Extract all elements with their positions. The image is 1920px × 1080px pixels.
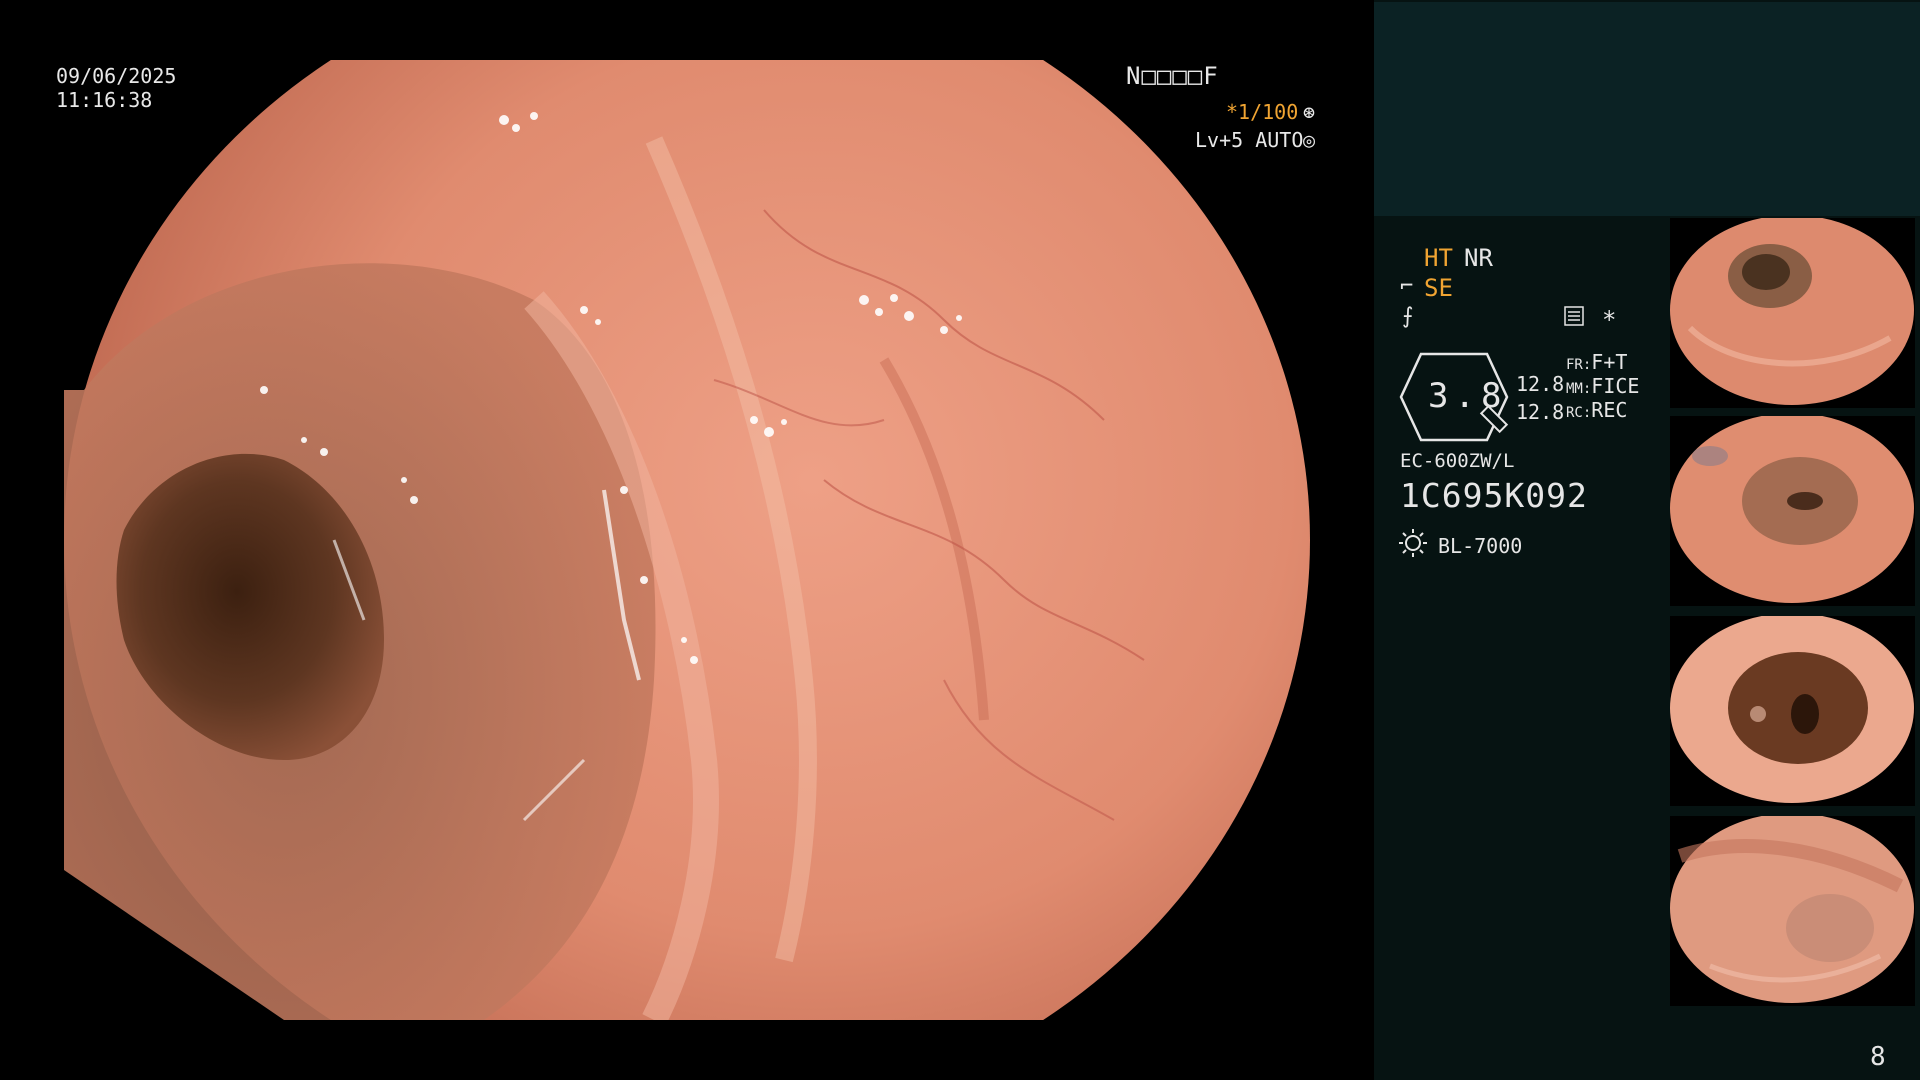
nr-indicator: NR xyxy=(1464,244,1493,272)
endoscope-image xyxy=(64,60,1310,1020)
menu-icon xyxy=(1564,306,1584,326)
thumbnail-image xyxy=(1670,218,1915,408)
freeze-icon: ⨍ xyxy=(1402,304,1414,329)
fr-label: FR: xyxy=(1566,357,1592,373)
rc-value: REC xyxy=(1591,398,1628,422)
captured-thumbnail[interactable] xyxy=(1670,218,1915,408)
aperture-icon: ⊛ xyxy=(1303,100,1316,124)
light-source-icon xyxy=(1399,529,1427,557)
brightness-level: Lv+5 AUTO xyxy=(1195,128,1304,152)
record-code: N□□□□F xyxy=(1126,62,1219,90)
mm-value: FICE xyxy=(1591,374,1640,398)
fr-value: F+T xyxy=(1591,350,1628,374)
rc-label: RC: xyxy=(1566,405,1592,421)
se-indicator: SE xyxy=(1424,274,1453,302)
mm-label: MM: xyxy=(1566,381,1592,397)
mm-row: MM:FICE xyxy=(1566,374,1639,398)
info-panel: HT NR ⌐ SE ⨍ * 3.8 12.8 12.8 FR:F+T MM:F… xyxy=(1374,0,1920,1080)
time-text: 11:16:38 xyxy=(56,88,153,112)
ht-indicator: HT xyxy=(1424,244,1453,272)
thumbnail-image xyxy=(1670,616,1915,806)
zoom-value: 3.8 xyxy=(1428,376,1508,416)
page-number: 8 xyxy=(1870,1042,1886,1072)
light-source-label: BL-7000 xyxy=(1438,534,1523,558)
fr-row: FR:F+T xyxy=(1566,350,1627,374)
endoscopy-screen: 09/06/2025 11:16:38 N□□□□F *1/100 ⊛ Lv+5… xyxy=(0,0,1920,1080)
value-1: 12.8 xyxy=(1516,372,1565,396)
scope-serial: 1C695K092 xyxy=(1400,476,1588,515)
se-icon: ⌐ xyxy=(1400,274,1414,299)
captured-thumbnail[interactable] xyxy=(1670,416,1915,606)
endoscope-view-area: 09/06/2025 11:16:38 N□□□□F *1/100 ⊛ Lv+5… xyxy=(0,0,1374,1080)
panel-header xyxy=(1374,2,1920,216)
date-time-display: 09/06/2025 11:16:38 xyxy=(56,64,176,112)
thumbnail-image xyxy=(1670,416,1915,606)
captured-thumbnail[interactable] xyxy=(1670,816,1915,1006)
auto-iris-icon: ◎ xyxy=(1303,128,1316,152)
scope-model: EC-600ZW/L xyxy=(1400,450,1515,472)
thumbnail-image xyxy=(1670,816,1915,1006)
date-text: 09/06/2025 xyxy=(56,64,177,88)
star-indicator: * xyxy=(1602,306,1617,334)
captured-thumbnail[interactable] xyxy=(1670,616,1915,806)
value-2: 12.8 xyxy=(1516,400,1565,424)
shutter-speed: *1/100 xyxy=(1226,100,1299,124)
rc-row: RC:REC xyxy=(1566,398,1627,422)
